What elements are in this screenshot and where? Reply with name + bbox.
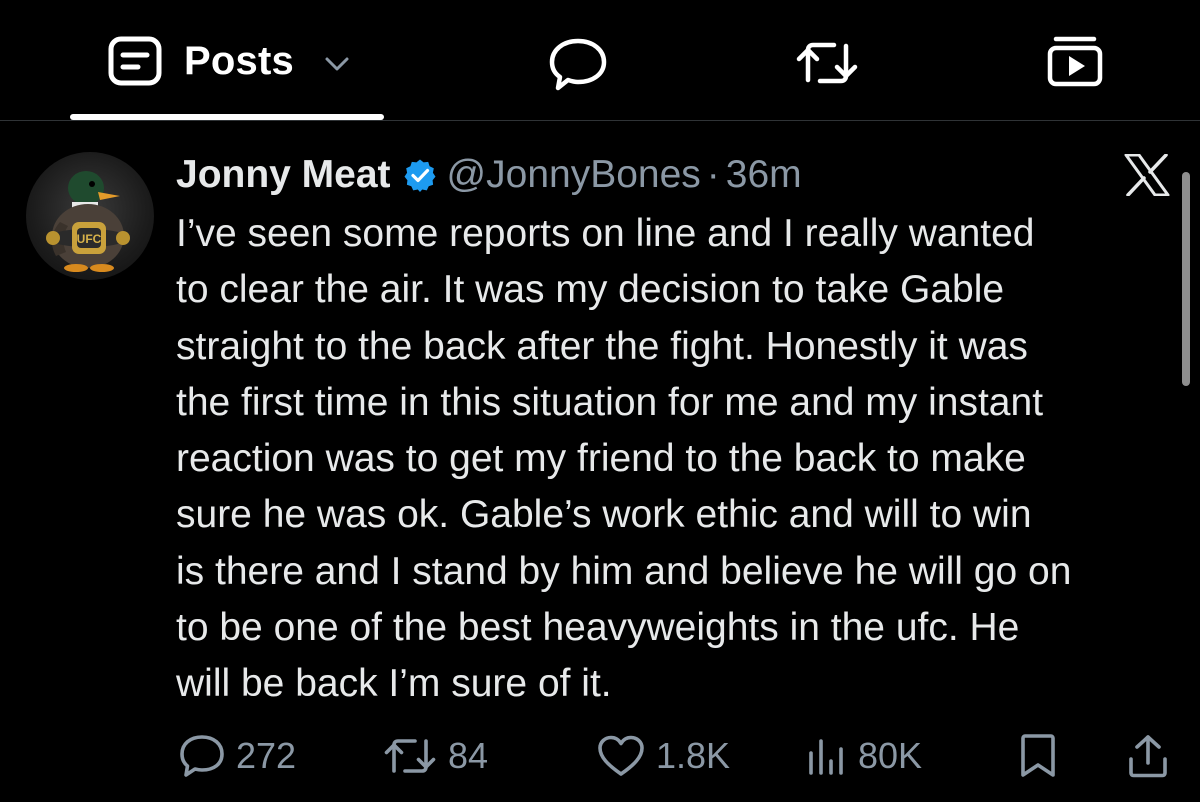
speech-bubble-icon[interactable] [548,36,608,92]
tweet-header: Jonny Meat @JonnyBones · 36m [176,150,802,200]
heart-icon [596,734,646,778]
tweet-text-line: to be one of the best heavyweights in th… [176,606,1020,650]
tweet-text-line: is there and I stand by him and believe … [176,549,1072,593]
video-icon[interactable] [1046,34,1104,90]
like-button[interactable]: 1.8K [596,728,730,784]
avatar-belt-text: UFC [77,232,102,246]
share-button[interactable] [1126,728,1170,784]
top-bar: Posts [0,0,1200,121]
repost-icon [382,735,438,777]
chevron-down-icon[interactable] [324,54,350,74]
active-tab-indicator [70,114,384,120]
verified-badge-icon [403,158,437,192]
user-handle[interactable]: @JonnyBones [447,153,701,197]
tweet-text-line: I’ve seen some reports on line and I rea… [176,212,1035,255]
display-name[interactable]: Jonny Meat [176,153,391,197]
x-logo-icon [1124,154,1170,196]
tweet-text-line: sure he was ok. Gable’s work ethic and w… [176,493,1032,537]
share-icon [1126,733,1170,779]
tweet-text-line: to clear the air. It was my decision to … [176,268,1005,312]
reply-count: 272 [236,735,297,776]
repost-button[interactable]: 84 [382,728,488,784]
tweet-text-line: will be back I’m sure of it. [176,662,612,706]
bookmark-icon [1018,733,1058,779]
repost-count: 84 [448,735,489,776]
tweet-text-line: reaction was to get my friend to the bac… [176,437,1026,481]
repost-icon[interactable] [794,38,860,88]
reply-button[interactable]: 272 [178,728,296,784]
scrollbar[interactable] [1182,172,1190,386]
action-bar: 272 84 1.8K 80K [0,728,1200,784]
tab-posts-label: Posts [184,38,294,83]
posts-icon [108,36,162,86]
reply-icon [178,733,226,779]
separator-dot: · [706,153,720,196]
timestamp[interactable]: 36m [726,153,802,197]
like-count: 1.8K [656,735,731,776]
views-button[interactable]: 80K [806,728,922,784]
avatar[interactable]: UFC [26,152,154,280]
tab-posts[interactable]: Posts [108,36,350,86]
tweet-text-line: straight to the back after the fight. Ho… [176,324,1028,368]
tweet-text: I’ve seen some reports on line and I rea… [176,206,1176,713]
views-count: 80K [858,735,923,776]
tweet-text-line: the first time in this situation for me … [176,380,1044,424]
bookmark-button[interactable] [1018,728,1058,784]
bar-chart-icon [806,735,848,777]
